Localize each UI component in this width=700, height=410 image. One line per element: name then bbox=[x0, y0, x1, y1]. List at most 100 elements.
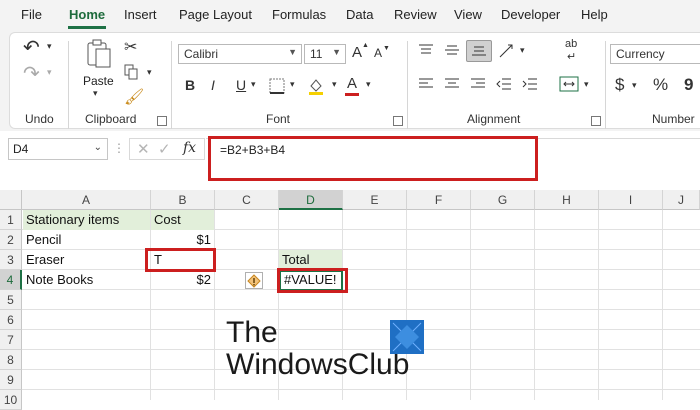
menu-insert[interactable]: Insert bbox=[124, 7, 157, 22]
undo-dropdown-icon[interactable]: ▾ bbox=[47, 41, 52, 52]
column-header-g[interactable]: G bbox=[471, 190, 535, 210]
fill-color-dropdown-icon[interactable]: ▾ bbox=[332, 79, 337, 90]
undo-icon[interactable]: ↶ bbox=[23, 35, 40, 60]
menu-home[interactable]: Home bbox=[69, 7, 105, 22]
orientation-icon[interactable] bbox=[498, 43, 516, 59]
column-header-c[interactable]: C bbox=[215, 190, 279, 210]
number-format-select[interactable]: Currency bbox=[610, 44, 700, 64]
enter-icon[interactable]: ✓ bbox=[158, 140, 171, 158]
percent-icon[interactable]: % bbox=[653, 75, 668, 95]
cancel-icon[interactable]: ✕ bbox=[137, 140, 150, 158]
align-center-icon[interactable] bbox=[444, 77, 460, 91]
column-header-f[interactable]: F bbox=[407, 190, 471, 210]
row-header-6[interactable]: 6 bbox=[0, 310, 22, 330]
gridline bbox=[662, 210, 663, 400]
fill-color-icon[interactable] bbox=[307, 77, 325, 95]
orientation-dropdown-icon[interactable]: ▾ bbox=[520, 45, 525, 56]
align-middle-icon[interactable] bbox=[444, 43, 460, 57]
row-header-8[interactable]: 8 bbox=[0, 350, 22, 370]
copy-dropdown-icon[interactable]: ▾ bbox=[147, 67, 152, 78]
cell-a4[interactable]: Note Books bbox=[23, 270, 150, 290]
bold-button[interactable]: B bbox=[185, 77, 195, 93]
row-header-9[interactable]: 9 bbox=[0, 370, 22, 390]
format-painter-icon[interactable]: 🖌 bbox=[124, 87, 144, 107]
group-label-alignment: Alignment bbox=[467, 112, 521, 126]
watermark-line1: The bbox=[226, 316, 278, 349]
align-right-icon[interactable] bbox=[470, 77, 486, 91]
increase-indent-icon[interactable] bbox=[522, 77, 538, 91]
cut-icon[interactable]: ✂ bbox=[124, 37, 137, 57]
menu-help[interactable]: Help bbox=[581, 7, 608, 22]
menu-file[interactable]: File bbox=[21, 7, 42, 22]
cell-b2[interactable]: $1 bbox=[151, 230, 214, 250]
error-warning-icon[interactable] bbox=[245, 272, 263, 289]
font-color-icon[interactable]: A bbox=[347, 75, 357, 92]
menu-review[interactable]: Review bbox=[394, 7, 437, 22]
row-header-2[interactable]: 2 bbox=[0, 230, 22, 250]
underline-button[interactable]: U bbox=[236, 77, 246, 93]
font-color-dropdown-icon[interactable]: ▾ bbox=[366, 79, 371, 90]
column-header-a[interactable]: A bbox=[22, 190, 151, 210]
column-header-h[interactable]: H bbox=[535, 190, 599, 210]
more-options-icon[interactable]: ⋮ bbox=[113, 141, 125, 155]
font-name-select[interactable]: Calibri ▼ bbox=[178, 44, 302, 64]
decrease-indent-icon[interactable] bbox=[496, 77, 512, 91]
cell-a2[interactable]: Pencil bbox=[23, 230, 150, 250]
windows-logo-icon bbox=[390, 320, 424, 354]
redo-dropdown-icon[interactable]: ▾ bbox=[47, 67, 52, 78]
font-size-select[interactable]: 11 ▼ bbox=[304, 44, 346, 64]
select-all-corner[interactable] bbox=[0, 190, 22, 210]
borders-icon[interactable] bbox=[269, 78, 285, 94]
merge-dropdown-icon[interactable]: ▾ bbox=[584, 79, 589, 90]
gridline bbox=[22, 389, 700, 390]
font-name-value: Calibri bbox=[184, 47, 219, 61]
borders-dropdown-icon[interactable]: ▾ bbox=[290, 79, 295, 90]
currency-icon[interactable]: $ bbox=[615, 75, 624, 95]
align-left-icon[interactable] bbox=[418, 77, 434, 91]
shrink-font-icon[interactable]: A bbox=[374, 46, 382, 60]
column-header-d[interactable]: D bbox=[279, 190, 343, 210]
row-header-3[interactable]: 3 bbox=[0, 250, 22, 270]
align-top-icon[interactable] bbox=[418, 43, 434, 57]
paste-dropdown-icon[interactable]: ▾ bbox=[93, 88, 98, 99]
menu-formulas[interactable]: Formulas bbox=[272, 7, 326, 22]
name-box[interactable]: D4 ⌄ bbox=[8, 138, 108, 160]
alignment-launcher-icon[interactable] bbox=[591, 116, 601, 126]
wrap-text-icon[interactable]: ab bbox=[565, 38, 577, 50]
font-launcher-icon[interactable] bbox=[393, 116, 403, 126]
menu-data[interactable]: Data bbox=[346, 7, 373, 22]
grow-font-icon[interactable]: A bbox=[352, 44, 362, 61]
insert-function-icon[interactable]: fx bbox=[183, 140, 196, 156]
paste-button[interactable]: Paste bbox=[83, 74, 114, 88]
row-header-1[interactable]: 1 bbox=[0, 210, 22, 230]
currency-dropdown-icon[interactable]: ▾ bbox=[632, 80, 637, 91]
cell-d3[interactable]: Total bbox=[279, 250, 342, 270]
row-header-10[interactable]: 10 bbox=[0, 390, 22, 410]
merge-center-icon[interactable] bbox=[559, 76, 579, 92]
underline-dropdown-icon[interactable]: ▾ bbox=[251, 79, 256, 90]
menu-developer[interactable]: Developer bbox=[501, 7, 560, 22]
italic-button[interactable]: I bbox=[211, 77, 215, 93]
column-header-b[interactable]: B bbox=[151, 190, 215, 210]
copy-icon[interactable] bbox=[124, 64, 138, 80]
cell-b4[interactable]: $2 bbox=[151, 270, 214, 290]
column-header-i[interactable]: I bbox=[599, 190, 663, 210]
comma-style-icon[interactable]: 9 bbox=[684, 75, 693, 95]
row-header-4[interactable]: 4 bbox=[0, 270, 22, 290]
column-header-e[interactable]: E bbox=[343, 190, 407, 210]
menu-page-layout[interactable]: Page Layout bbox=[179, 7, 252, 22]
cell-a1[interactable]: Stationary items bbox=[23, 210, 150, 230]
group-label-font: Font bbox=[266, 112, 291, 126]
row-header-7[interactable]: 7 bbox=[0, 330, 22, 350]
active-tab-indicator bbox=[68, 26, 106, 29]
cell-b1[interactable]: Cost bbox=[151, 210, 214, 230]
align-bottom-icon[interactable] bbox=[466, 40, 492, 62]
column-header-j[interactable]: J bbox=[663, 190, 700, 210]
paste-icon[interactable] bbox=[86, 39, 112, 69]
redo-icon[interactable]: ↷ bbox=[23, 61, 40, 86]
cell-a3[interactable]: Eraser bbox=[23, 250, 150, 270]
clipboard-launcher-icon[interactable] bbox=[157, 116, 167, 126]
gridline bbox=[22, 309, 700, 310]
row-header-5[interactable]: 5 bbox=[0, 290, 22, 310]
menu-view[interactable]: View bbox=[454, 7, 482, 22]
